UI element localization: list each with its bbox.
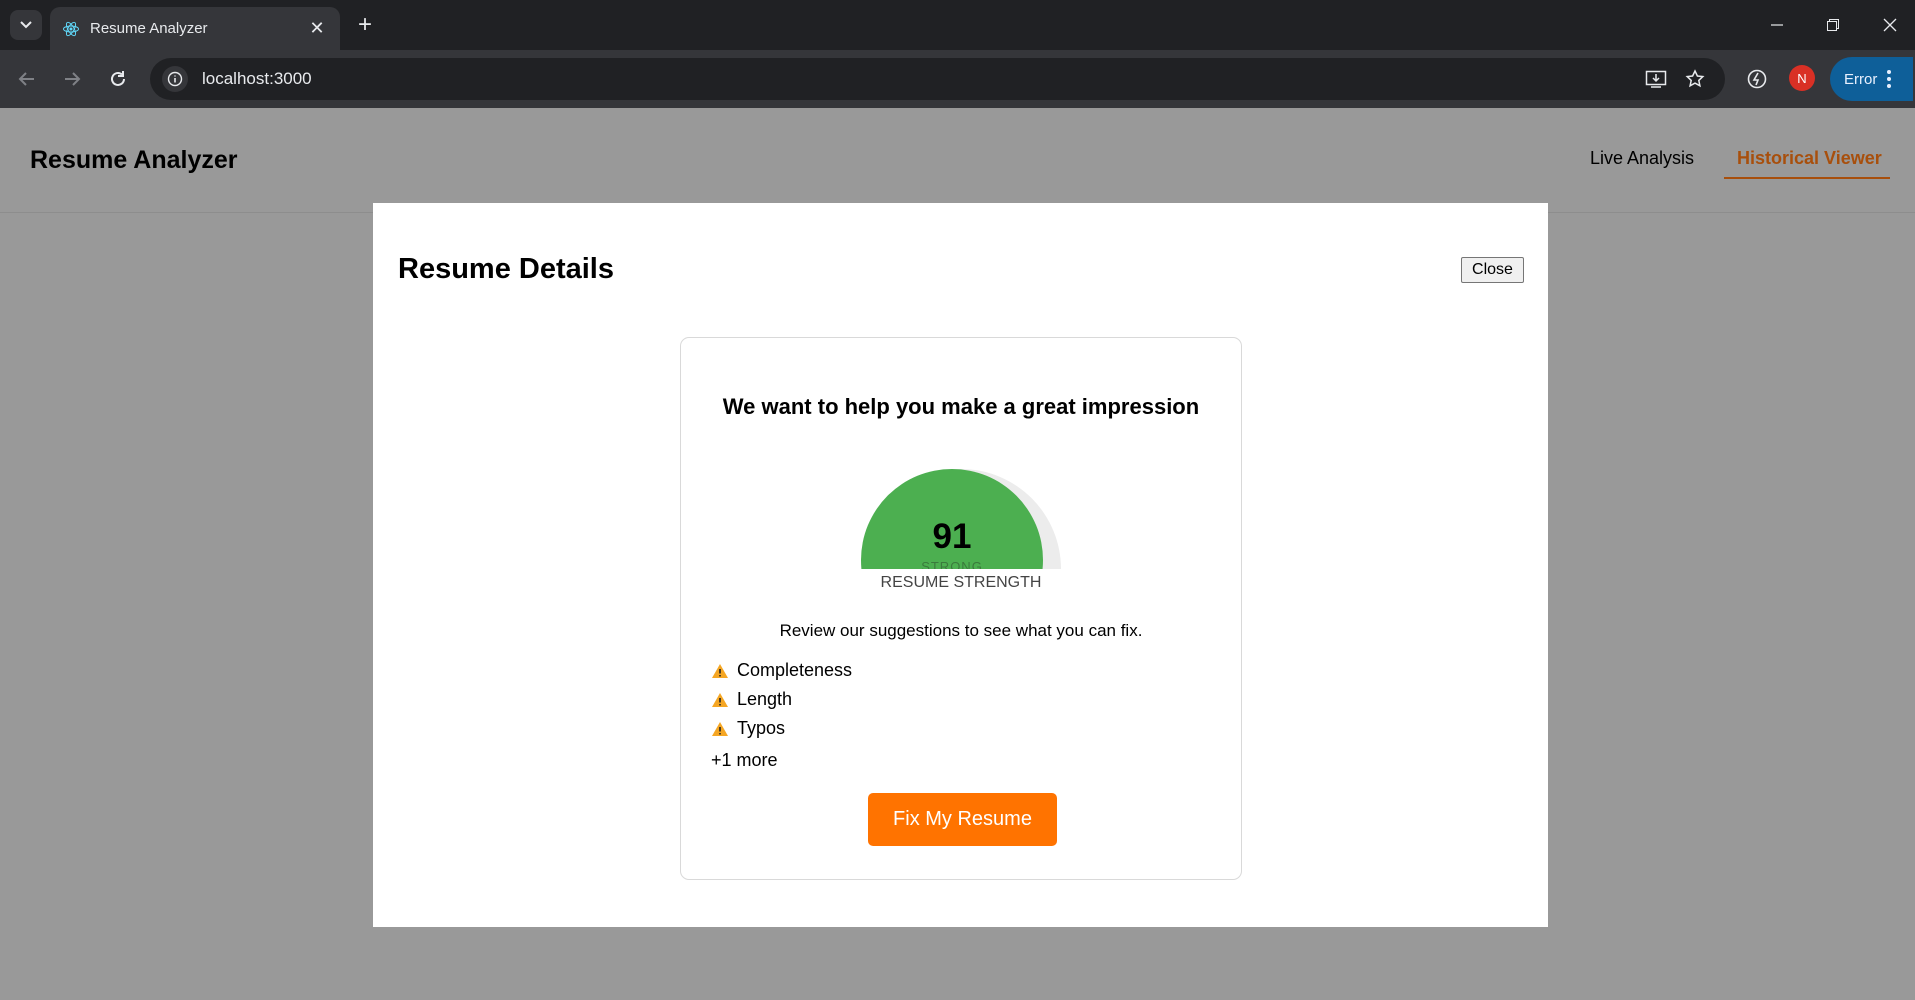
nav-live-analysis[interactable]: Live Analysis <box>1590 148 1694 169</box>
more-vertical-icon <box>1887 70 1892 88</box>
performance-button[interactable] <box>1742 64 1772 94</box>
close-window-button[interactable] <box>1870 10 1910 40</box>
install-icon <box>1645 70 1667 88</box>
warning-icon <box>712 663 728 678</box>
site-info-button[interactable] <box>162 66 188 92</box>
score-level: STRONG <box>921 559 983 569</box>
app-title: Resume Analyzer <box>30 146 238 174</box>
tab-title: Resume Analyzer <box>90 20 208 37</box>
tab-search-button[interactable] <box>10 10 42 40</box>
minimize-icon <box>1771 24 1783 26</box>
browser-toolbar: localhost:3000 N Error <box>0 50 1915 108</box>
suggestion-item: Typos <box>711 714 852 743</box>
suggestion-label: Completeness <box>737 660 853 680</box>
warning-icon <box>712 692 728 707</box>
suggestion-label: Typos <box>737 718 786 738</box>
card-heading: We want to help you make a great impress… <box>722 394 1200 419</box>
resume-score-card: We want to help you make a great impress… <box>680 337 1242 880</box>
forward-arrow-icon <box>65 72 81 86</box>
modal-title: Resume Details <box>398 253 614 285</box>
back-button[interactable] <box>12 64 42 94</box>
suggestion-item: Completeness <box>711 656 852 685</box>
more-suggestions-text: +1 more <box>711 750 778 770</box>
address-bar[interactable]: localhost:3000 <box>150 58 1725 100</box>
performance-icon <box>1747 69 1767 89</box>
browser-tabstrip: Resume Analyzer ✕ + <box>0 0 1915 50</box>
info-icon <box>167 71 183 87</box>
error-menu-button[interactable]: Error <box>1830 57 1913 101</box>
bookmark-button[interactable] <box>1683 68 1707 90</box>
forward-button[interactable] <box>57 64 87 94</box>
close-tab-icon[interactable]: ✕ <box>306 18 328 39</box>
back-arrow-icon <box>18 72 34 86</box>
restore-button[interactable] <box>1813 10 1853 40</box>
react-logo-icon <box>63 21 79 36</box>
gauge-label: RESUME STRENGTH <box>880 574 1042 591</box>
browser-tab[interactable]: Resume Analyzer ✕ <box>50 7 340 50</box>
nav-historical-viewer[interactable]: Historical Viewer <box>1737 148 1882 169</box>
resume-details-modal: Resume Details Close We want to help you… <box>373 203 1548 927</box>
suggestion-label: Length <box>737 689 793 709</box>
profile-avatar[interactable]: N <box>1789 65 1815 91</box>
score-value: 91 <box>932 517 972 556</box>
fix-my-resume-button[interactable]: Fix My Resume <box>868 793 1057 846</box>
star-icon <box>1685 69 1705 88</box>
restore-icon <box>1827 19 1839 31</box>
warning-icon <box>712 721 728 736</box>
close-icon <box>1883 18 1897 32</box>
suggestion-item: Length <box>711 685 852 714</box>
new-tab-button[interactable]: + <box>350 11 380 39</box>
active-nav-underline <box>1724 177 1890 179</box>
url-text: localhost:3000 <box>202 69 312 88</box>
install-app-button[interactable] <box>1644 68 1668 90</box>
strength-gauge: 91 STRONG <box>861 469 1061 569</box>
suggestion-list: Completeness Length Typos <box>711 656 852 743</box>
review-text: Review our suggestions to see what you c… <box>779 621 1143 640</box>
app-header: Resume Analyzer Live Analysis Historical… <box>0 108 1915 213</box>
close-button[interactable]: Close <box>1461 257 1524 283</box>
reload-button[interactable] <box>103 64 133 94</box>
reload-icon <box>111 71 125 86</box>
chevron-down-icon <box>20 21 32 29</box>
error-label: Error <box>1844 70 1878 88</box>
minimize-button[interactable] <box>1757 10 1797 40</box>
